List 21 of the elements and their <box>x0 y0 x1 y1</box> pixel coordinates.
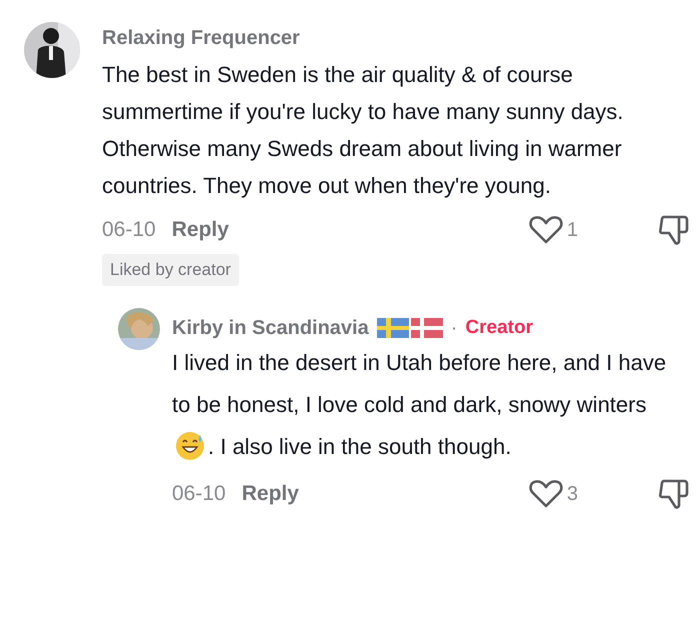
like-count: 1 <box>566 218 578 243</box>
like-count: 3 <box>566 482 578 506</box>
flag-icon <box>376 318 409 338</box>
sweat-smile-icon <box>175 430 205 460</box>
thumbs-down-icon[interactable] <box>658 214 690 246</box>
thumbs-down-icon[interactable] <box>658 478 690 510</box>
reply-text: I lived in the desert in Utah before here, and I have to be honest, I love cold and dark, snowy winters <box>172 350 666 416</box>
comment-date: 06-10 <box>172 480 226 507</box>
author-name[interactable]: Kirby in Scandinavia <box>172 316 369 340</box>
separator: · <box>450 316 458 340</box>
reply-link[interactable]: Reply <box>172 214 229 246</box>
heart-icon[interactable] <box>528 478 563 508</box>
author-name[interactable]: Relaxing Frequencer <box>102 26 700 50</box>
comment-text: The best in Sweden is the air quality & of course summertime if you're lucky to have many sunny days. Otherwise many Sweds dream about living in warmer countries. They move out when they're young. <box>102 61 624 200</box>
comment-date: 06-10 <box>102 217 156 244</box>
reply-link[interactable]: Reply <box>242 478 299 510</box>
flag-icon <box>410 318 443 338</box>
liked-by-creator-badge: Liked by creator <box>102 254 239 286</box>
creator-label: Creator <box>465 316 533 340</box>
reply-text: . I also live in the south though. <box>208 434 512 458</box>
heart-icon[interactable] <box>528 215 563 245</box>
